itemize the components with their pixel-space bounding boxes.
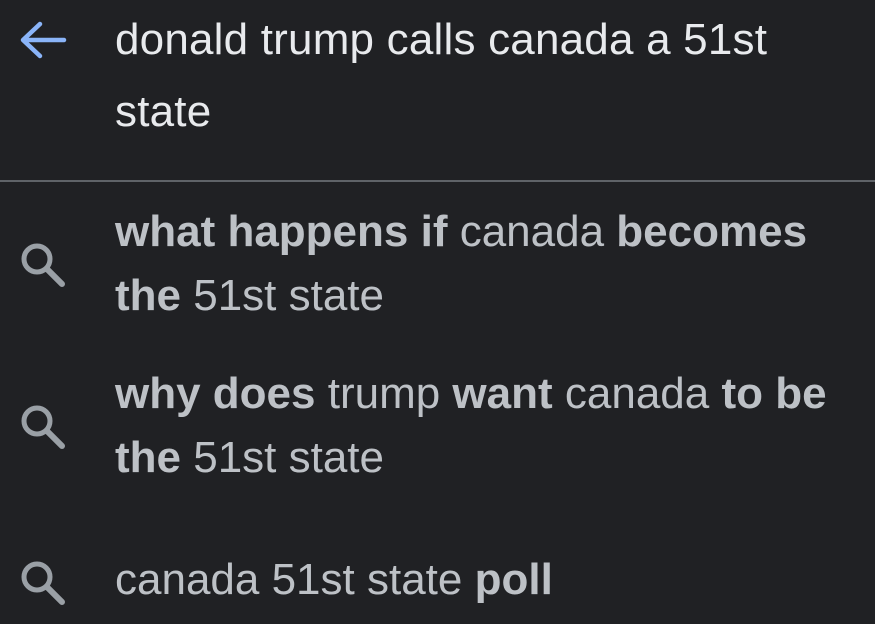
suggestion-text: canada 51st state poll — [115, 548, 870, 612]
suggestion-plain-part: trump — [315, 369, 453, 418]
search-icon — [14, 398, 70, 454]
suggestion-plain-part: canada — [552, 369, 722, 418]
search-icon — [14, 554, 70, 610]
divider — [0, 180, 875, 182]
arrow-left-icon — [20, 21, 67, 59]
suggestion-item[interactable]: why does trump want canada to be the 51s… — [0, 362, 875, 492]
search-query-input[interactable]: donald trump calls canada a 51st state — [115, 4, 855, 148]
suggestion-bold-part: what happens if — [115, 207, 448, 256]
suggestion-bold-part: want — [452, 369, 553, 418]
suggestion-item[interactable]: what happens if canada becomes the 51st … — [0, 200, 875, 330]
suggestion-plain-part: 51st state — [181, 271, 385, 320]
suggestion-text: why does trump want canada to be the 51s… — [115, 362, 870, 490]
suggestion-bold-part: why does — [115, 369, 316, 418]
suggestion-plain-part: 51st state — [181, 433, 385, 482]
suggestion-item[interactable]: canada 51st state poll — [0, 548, 875, 612]
suggestion-plain-part: canada 51st state — [115, 555, 475, 604]
suggestion-plain-part: canada — [447, 207, 617, 256]
suggestion-text: what happens if canada becomes the 51st … — [115, 200, 870, 328]
search-icon — [14, 236, 70, 292]
suggestion-bold-part: poll — [474, 555, 553, 604]
search-header: donald trump calls canada a 51st state — [0, 0, 875, 180]
back-button[interactable] — [14, 14, 70, 66]
